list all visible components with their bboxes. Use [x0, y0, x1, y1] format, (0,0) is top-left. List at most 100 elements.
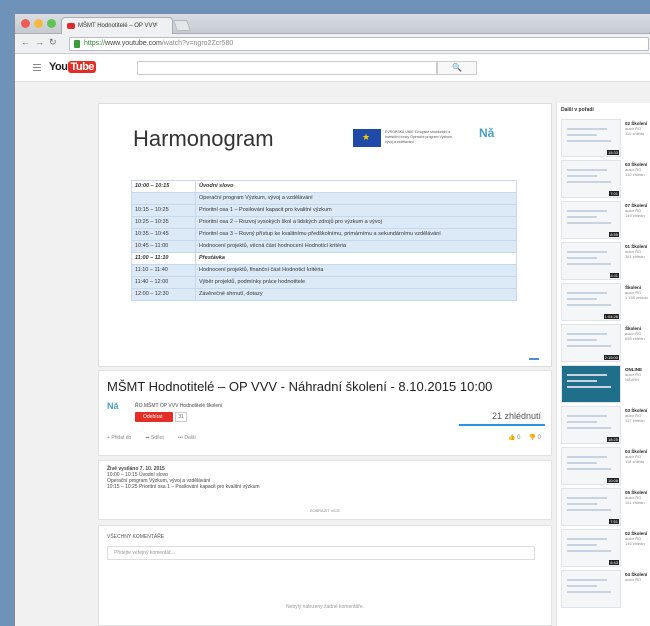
video-info: MŠMT Hodnotitelé – OP VVV - Náhradní ško… [98, 370, 552, 456]
logo-tube: Tube [68, 61, 96, 73]
close-window-button[interactable] [21, 19, 30, 28]
youtube-header: You Tube 🔍 [15, 54, 650, 82]
video-thumbnail[interactable]: 4:11 [561, 242, 621, 280]
schedule-item: Prioritní osa 2 – Rozvoj vysokých škol a… [195, 216, 517, 229]
video-item-views: 127 zhlédn [625, 418, 645, 423]
video-thumbnail[interactable]: 2:15:00 [561, 324, 621, 362]
up-next-item[interactable]: ONLINE autor ŘO NÁVRH [561, 365, 650, 409]
up-next-item[interactable]: 15:33 02 Školení autor ŘO 110 zhlédn [561, 119, 650, 163]
up-next-item[interactable]: 04 Školení autor ŘO [561, 570, 650, 614]
video-meta: ONLINE autor ŘO NÁVRH [625, 367, 642, 382]
up-next-item[interactable]: 7:01 03 Školení autor ŘO 132 zhlédn [561, 160, 650, 204]
video-thumbnail[interactable]: 1:04:28 [561, 283, 621, 321]
video-duration: 4:11 [609, 273, 619, 278]
video-thumbnail[interactable]: 15:33 [561, 119, 621, 157]
video-thumbnail[interactable]: 18:25 [561, 406, 621, 444]
up-next-item[interactable]: 1:04:28 Školení autor ŘO 1 155 zhlédn [561, 283, 650, 327]
video-thumbnail[interactable]: 8:55 [561, 201, 621, 239]
dislike-button[interactable]: 👎 0 [529, 434, 541, 441]
up-next-item[interactable]: 4:11 01 Školení autor ŘO 381 zhlédn [561, 242, 650, 286]
schedule-item: Prioritní osa 1 – Posilování kapacit pro… [195, 204, 517, 217]
search-input[interactable] [137, 61, 437, 75]
schedule-row: Operační program Výzkum, vývoj a vzděláv… [131, 192, 517, 205]
address-bar[interactable]: https://www.youtube.com/watch?v=ngro2Zcr… [69, 37, 649, 51]
video-meta: Školení autor ŘO 1 155 zhlédn [625, 285, 648, 300]
video-thumbnail[interactable]: 5:43 [561, 529, 621, 567]
schedule-row: 10:00 – 10:15 Úvodní slovo [131, 180, 517, 193]
slide-title: Harmonogram [133, 126, 274, 151]
tab-title: MŠMT Hodnotitelé – OP VVV [78, 23, 157, 29]
msmt-logo: Nǎ [479, 126, 495, 140]
video-duration: 10:08 [606, 478, 619, 483]
video-duration: 15:33 [606, 150, 619, 155]
schedule-time: 11:00 – 11:10 [131, 252, 196, 265]
schedule-time: 10:00 – 10:15 [131, 180, 196, 193]
schedule-item: Přestávka [195, 252, 517, 265]
tab-bar: MŠMT Hodnotitelé – OP VVV × [15, 14, 650, 34]
schedule-row: 11:10 – 11:40 Hodnocení projektů, finančn… [131, 264, 517, 277]
maximize-window-button[interactable] [47, 19, 56, 28]
video-title: MŠMT Hodnotitelé – OP VVV - Náhradní ško… [107, 379, 493, 394]
back-arrow-icon[interactable]: ← [21, 37, 30, 47]
url-host: www.youtube.com [105, 40, 162, 47]
video-description: Živě vysíláno 7. 10. 2015 10:00 – 10:15 … [98, 460, 552, 520]
browser-tab[interactable]: MŠMT Hodnotitelé – OP VVV × [61, 17, 173, 34]
up-next-item[interactable]: 10:08 04 Školení autor ŘO 118 zhlédn [561, 447, 650, 491]
show-more-button[interactable]: ZOBRAZIT VÍCE [99, 508, 551, 514]
schedule-time: 12:00 – 12:30 [131, 288, 196, 301]
video-thumbnail[interactable]: 7:01 [561, 160, 621, 198]
like-button[interactable]: 👍 0 [508, 434, 520, 441]
more-button[interactable]: ••• Další [178, 435, 196, 441]
like-ratio-bar [459, 424, 545, 426]
close-icon[interactable]: × [154, 18, 158, 34]
video-thumbnail[interactable] [561, 365, 621, 403]
schedule-time: 10:35 – 10:45 [131, 228, 196, 241]
minimize-window-button[interactable] [34, 19, 43, 28]
video-meta: 07 Školení autor ŘO 149 zhlédn [625, 203, 647, 218]
video-meta: 01 Školení autor ŘO 381 zhlédn [625, 244, 647, 259]
video-duration: 2:15:00 [603, 355, 619, 360]
menu-icon[interactable] [33, 64, 41, 73]
schedule-row: 10:35 – 10:45 Prioritní osa 3 – Rovný pří… [131, 228, 517, 241]
schedule-row: 10:15 – 10:25 Prioritní osa 1 – Posilován… [131, 204, 517, 217]
video-duration: 18:25 [606, 437, 619, 442]
up-next-item[interactable]: 18:25 03 Školení autor ŘO 127 zhlédn [561, 406, 650, 450]
video-item-views: NÁVRH [625, 377, 640, 382]
channel-avatar[interactable]: Nǎ [107, 401, 127, 419]
channel-name[interactable]: ŘO MŠMT OP VVV Hodnotitelé školení [135, 403, 222, 409]
eu-flag-icon [353, 129, 381, 147]
reload-icon[interactable]: ↻ [49, 37, 57, 48]
add-to-button[interactable]: + Přidat do [107, 435, 131, 441]
player-progress[interactable] [529, 358, 539, 360]
up-next-item[interactable]: 8:55 07 Školení autor ŘO 149 zhlédn [561, 201, 650, 245]
search-button[interactable]: 🔍 [437, 61, 477, 75]
video-meta: Školení autor ŘO 655 zhlédn [625, 326, 645, 341]
schedule-item: Hodnocení projektů, finanční část Hodnot… [195, 264, 517, 277]
up-next-item[interactable]: 2:15:00 Školení autor ŘO 655 zhlédn [561, 324, 650, 368]
video-thumbnail[interactable] [561, 570, 621, 608]
subscribe-button[interactable]: Odebírat [135, 412, 173, 422]
video-item-author: autor ŘO [625, 577, 642, 582]
comment-input[interactable]: Přidejte veřejný komentář... [107, 546, 535, 560]
video-item-views: 655 zhlédn [625, 336, 645, 341]
up-next-item[interactable]: 7:51 05 Školení autor ŘO 141 zhlédn [561, 488, 650, 532]
share-button[interactable]: ➦ Sdílet [145, 435, 163, 441]
schedule-time: 10:45 – 11:00 [131, 240, 196, 253]
youtube-logo[interactable]: You Tube [49, 61, 96, 73]
eu-logo-text: EVROPSKÁ UNIE Evropské strukturální a in… [385, 130, 453, 144]
search-icon: 🔍 [452, 63, 462, 72]
forward-arrow-icon[interactable]: → [35, 37, 44, 47]
video-player[interactable]: Harmonogram EVROPSKÁ UNIE Evropské struk… [98, 103, 552, 367]
schedule-item: Operační program Výzkum, vývoj a vzděláv… [195, 192, 517, 205]
video-thumbnail[interactable]: 7:51 [561, 488, 621, 526]
new-tab-button[interactable] [172, 20, 192, 31]
browser-toolbar: ← → ↻ https://www.youtube.com/watch?v=ng… [15, 34, 650, 54]
view-count: 21 zhlédnutí [491, 411, 541, 421]
schedule-time: 10:15 – 10:25 [131, 204, 196, 217]
up-next-item[interactable]: 5:43 02 Školení autor ŘO 146 zhlédn [561, 529, 650, 573]
up-next-sidebar: Další v pořadí 15:33 02 Školení autor ŘO 11… [556, 103, 650, 626]
video-meta: 03 Školení autor ŘO 127 zhlédn [625, 408, 647, 423]
comments-section: VŠECHNY KOMENTÁŘE Přidejte veřejný komen… [98, 525, 552, 626]
video-thumbnail[interactable]: 10:08 [561, 447, 621, 485]
video-meta: 03 Školení autor ŘO 132 zhlédn [625, 162, 647, 177]
